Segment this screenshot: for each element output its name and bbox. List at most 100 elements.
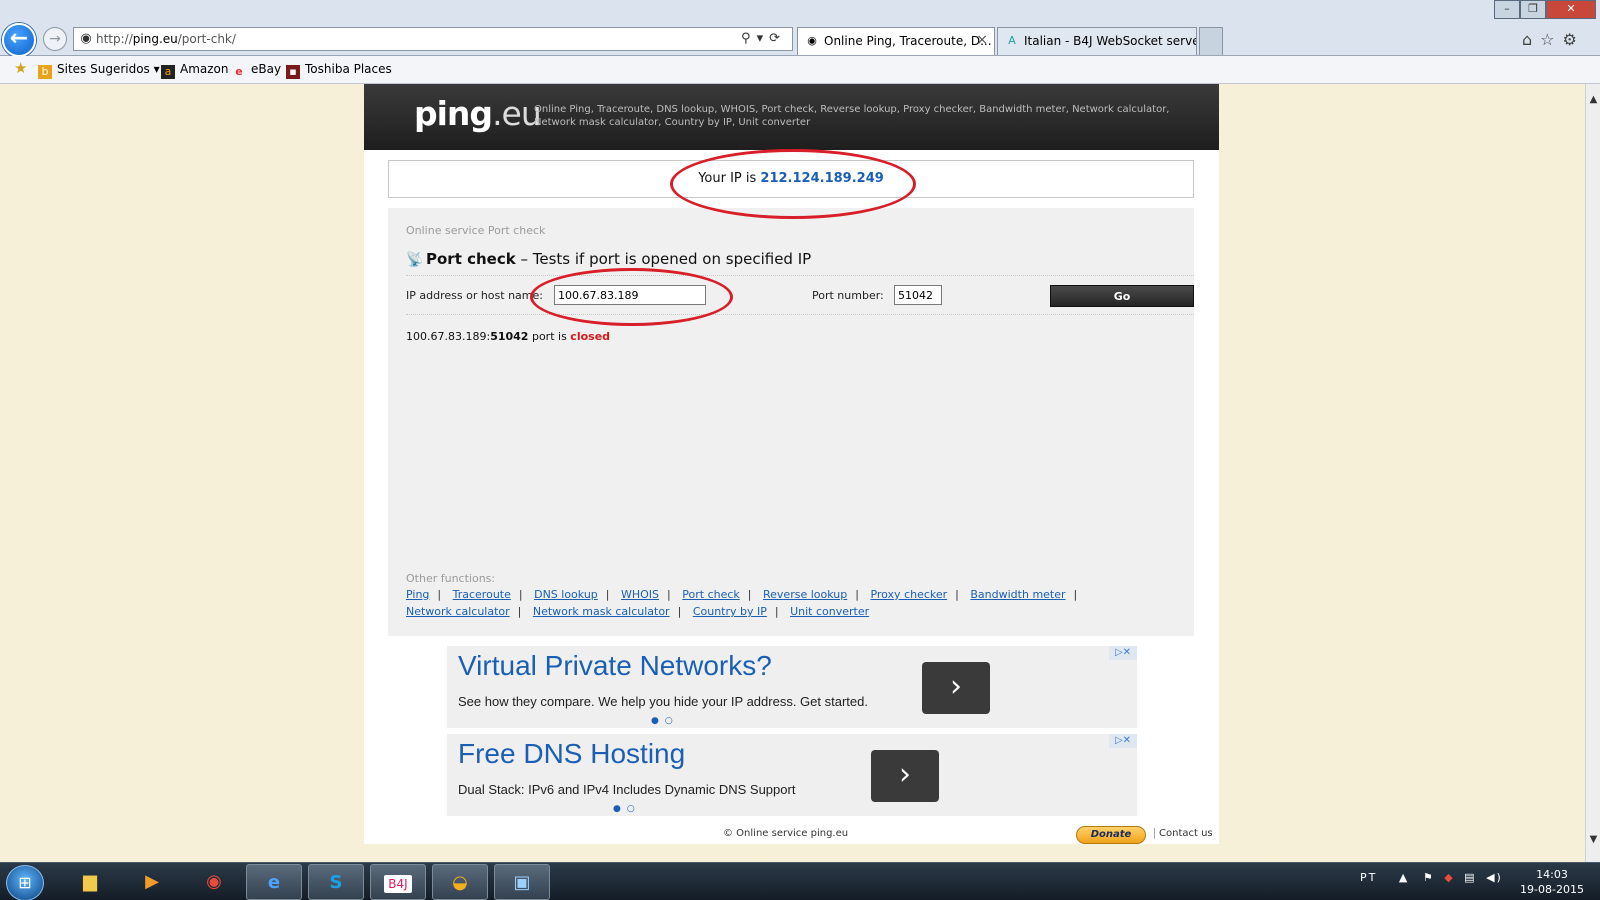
port-check-panel: Online service Port check 📡 Port check – … — [388, 208, 1194, 636]
clock-time: 14:03 — [1536, 868, 1568, 881]
address-bar[interactable]: ◉ http://ping.eu/port-chk/ ⚲▾⟳ — [73, 27, 793, 51]
result-mid: port is — [528, 330, 571, 343]
search-refresh-icons[interactable]: ⚲▾⟳ — [741, 31, 786, 46]
settings-gear-icon[interactable]: ⚙ — [1563, 30, 1585, 49]
url-text[interactable]: http://ping.eu/port-chk/ — [96, 32, 236, 46]
ad-text: Dual Stack: IPv6 and IPv4 Includes Dynam… — [458, 782, 796, 797]
close-window-icon[interactable]: ✕ — [1546, 0, 1596, 19]
ad-text: See how they compare. We help you hide y… — [458, 694, 868, 709]
result-host: 100.67.83.189: — [406, 330, 491, 343]
explorer-folder-icon[interactable]: ▆ — [62, 864, 118, 900]
other-functions-row1: Ping | Traceroute | DNS lookup | WHOIS | Por… — [406, 588, 1078, 601]
fav-amazon[interactable]: a Amazon — [161, 62, 229, 79]
minimize-icon[interactable]: – — [1494, 0, 1520, 19]
favorites-bar: ★ b Sites Sugeridos ▾ a Amazon e eBay ▪ Tosh… — [0, 56, 1600, 84]
clock[interactable]: 14:03 19-08-2015 — [1512, 867, 1592, 897]
link-bandwidth-meter[interactable]: Bandwidth meter — [970, 588, 1065, 601]
bing-icon: b — [38, 65, 52, 79]
browser-tools: ⌂☆⚙ — [1522, 30, 1585, 49]
system-tray: PT ▲ ⚑ ◆ ▤ ◀) — [1360, 871, 1503, 884]
home-icon[interactable]: ⌂ — [1522, 30, 1540, 49]
favorites-star-icon[interactable]: ☆ — [1540, 30, 1562, 49]
new-tab-button[interactable] — [1199, 27, 1223, 55]
maximize-icon[interactable]: ❐ — [1520, 0, 1546, 19]
site-header: ping.eu Online Ping, Traceroute, DNS loo… — [364, 84, 1219, 150]
tab-b4j-websocket[interactable]: A Italian - B4J WebSocket server |... — [997, 27, 1197, 55]
result-status: closed — [570, 330, 611, 343]
forward-arrow-icon[interactable]: → — [43, 27, 67, 51]
link-proxy-checker[interactable]: Proxy checker — [870, 588, 947, 601]
window-controls: – ❐ ✕ — [1494, 0, 1600, 20]
network-icon[interactable]: ▤ — [1464, 871, 1476, 884]
fav-toshiba-places[interactable]: ▪ Toshiba Places — [286, 62, 392, 79]
link-country-by-ip[interactable]: Country by IP — [693, 605, 767, 618]
ad-pager-dots[interactable]: ●○ — [613, 804, 641, 814]
site-tagline: Online Ping, Traceroute, DNS lookup, WHO… — [534, 104, 1170, 128]
tab-label: Online Ping, Traceroute, D... — [824, 34, 992, 48]
site-logo[interactable]: ping.eu — [414, 94, 542, 133]
adchoices-icon[interactable]: ▷✕ — [1109, 734, 1137, 748]
divider — [406, 314, 1194, 315]
ad-vpn[interactable]: Virtual Private Networks? See how they c… — [447, 646, 1137, 728]
fav-label: Sites Sugeridos ▾ — [57, 62, 160, 76]
adchoices-icon[interactable]: ▷✕ — [1109, 646, 1137, 660]
language-indicator[interactable]: PT — [1360, 871, 1377, 884]
link-traceroute[interactable]: Traceroute — [453, 588, 511, 601]
annotation-ring-host — [530, 268, 733, 326]
windows-start-icon[interactable]: ⊞ — [6, 865, 44, 900]
back-arrow-icon[interactable]: ← — [2, 23, 36, 57]
link-ping[interactable]: Ping — [406, 588, 429, 601]
penguin-favicon-icon: ◉ — [807, 34, 817, 47]
tab-ping-eu[interactable]: ◉ Online Ping, Traceroute, D... × — [797, 27, 995, 55]
fav-ebay[interactable]: e eBay — [232, 62, 281, 79]
link-unit-converter[interactable]: Unit converter — [790, 605, 869, 618]
chrome-icon[interactable]: ◉ — [186, 864, 242, 900]
ad-pager-dots[interactable]: ●○ — [651, 716, 679, 726]
port-input[interactable] — [894, 285, 942, 305]
b4j-app-icon[interactable]: B4J — [370, 864, 426, 900]
taskbar: ⊞ ▆ ▶ ◉ e S B4J ◒ ▣ PT ▲ ⚑ ◆ ▤ ◀) 14:03 … — [0, 862, 1600, 900]
favorites-star-icon[interactable]: ★ — [14, 59, 27, 77]
ad-title[interactable]: Free DNS Hosting — [458, 738, 685, 770]
contact-link[interactable]: Contact us — [1154, 828, 1213, 839]
donate-button[interactable]: Donate — [1076, 826, 1146, 844]
link-port-check[interactable]: Port check — [682, 588, 740, 601]
page-title: 📡 Port check – Tests if port is opened on… — [406, 250, 811, 268]
volume-icon[interactable]: ◀) — [1486, 871, 1503, 884]
close-tab-icon[interactable]: × — [976, 32, 988, 48]
link-reverse-lookup[interactable]: Reverse lookup — [763, 588, 847, 601]
action-center-flag-icon[interactable]: ⚑ — [1423, 871, 1435, 884]
remote-desktop-icon[interactable]: ▣ — [494, 864, 550, 900]
host-label: IP address or host name: — [406, 289, 543, 302]
other-functions-label: Other functions: — [406, 572, 496, 585]
fav-sites-sugeridos[interactable]: b Sites Sugeridos ▾ — [38, 62, 160, 79]
link-whois[interactable]: WHOIS — [621, 588, 659, 601]
annotation-ring-ip — [670, 149, 916, 219]
clock-date: 19-08-2015 — [1520, 883, 1584, 896]
fav-label: eBay — [251, 62, 282, 76]
site-footer: © Online service ping.eu Donate Contact … — [364, 826, 1219, 844]
go-button[interactable]: Go — [1050, 285, 1194, 307]
internet-explorer-icon[interactable]: e — [246, 864, 302, 900]
media-player-icon[interactable]: ▶ — [124, 864, 180, 900]
result-port: 51042 — [490, 330, 529, 343]
ad-arrow-button[interactable]: › — [871, 750, 939, 802]
sketch-app-icon[interactable]: ◒ — [432, 864, 488, 900]
vertical-scrollbar[interactable]: ▲ ▼ — [1585, 84, 1600, 862]
alert-icon[interactable]: ◆ — [1444, 871, 1454, 884]
tray-expand-icon[interactable]: ▲ — [1399, 871, 1409, 884]
scroll-down-icon[interactable]: ▼ — [1586, 834, 1600, 845]
tab-label: Italian - B4J WebSocket server |... — [1024, 34, 1196, 48]
link-network-calculator[interactable]: Network calculator — [406, 605, 510, 618]
amazon-icon: a — [161, 65, 175, 79]
fav-label: Amazon — [180, 62, 229, 76]
link-dns-lookup[interactable]: DNS lookup — [534, 588, 598, 601]
port-check-form: IP address or host name: Port number: Go — [388, 280, 1194, 310]
ad-arrow-button[interactable]: › — [922, 662, 990, 714]
link-network-mask-calculator[interactable]: Network mask calculator — [533, 605, 670, 618]
ad-dns-hosting[interactable]: Free DNS Hosting Dual Stack: IPv6 and IP… — [447, 734, 1137, 816]
site-favicon-icon: ◉ — [80, 31, 92, 46]
scroll-up-icon[interactable]: ▲ — [1586, 94, 1600, 105]
skype-icon[interactable]: S — [308, 864, 364, 900]
ad-title[interactable]: Virtual Private Networks? — [458, 650, 772, 682]
